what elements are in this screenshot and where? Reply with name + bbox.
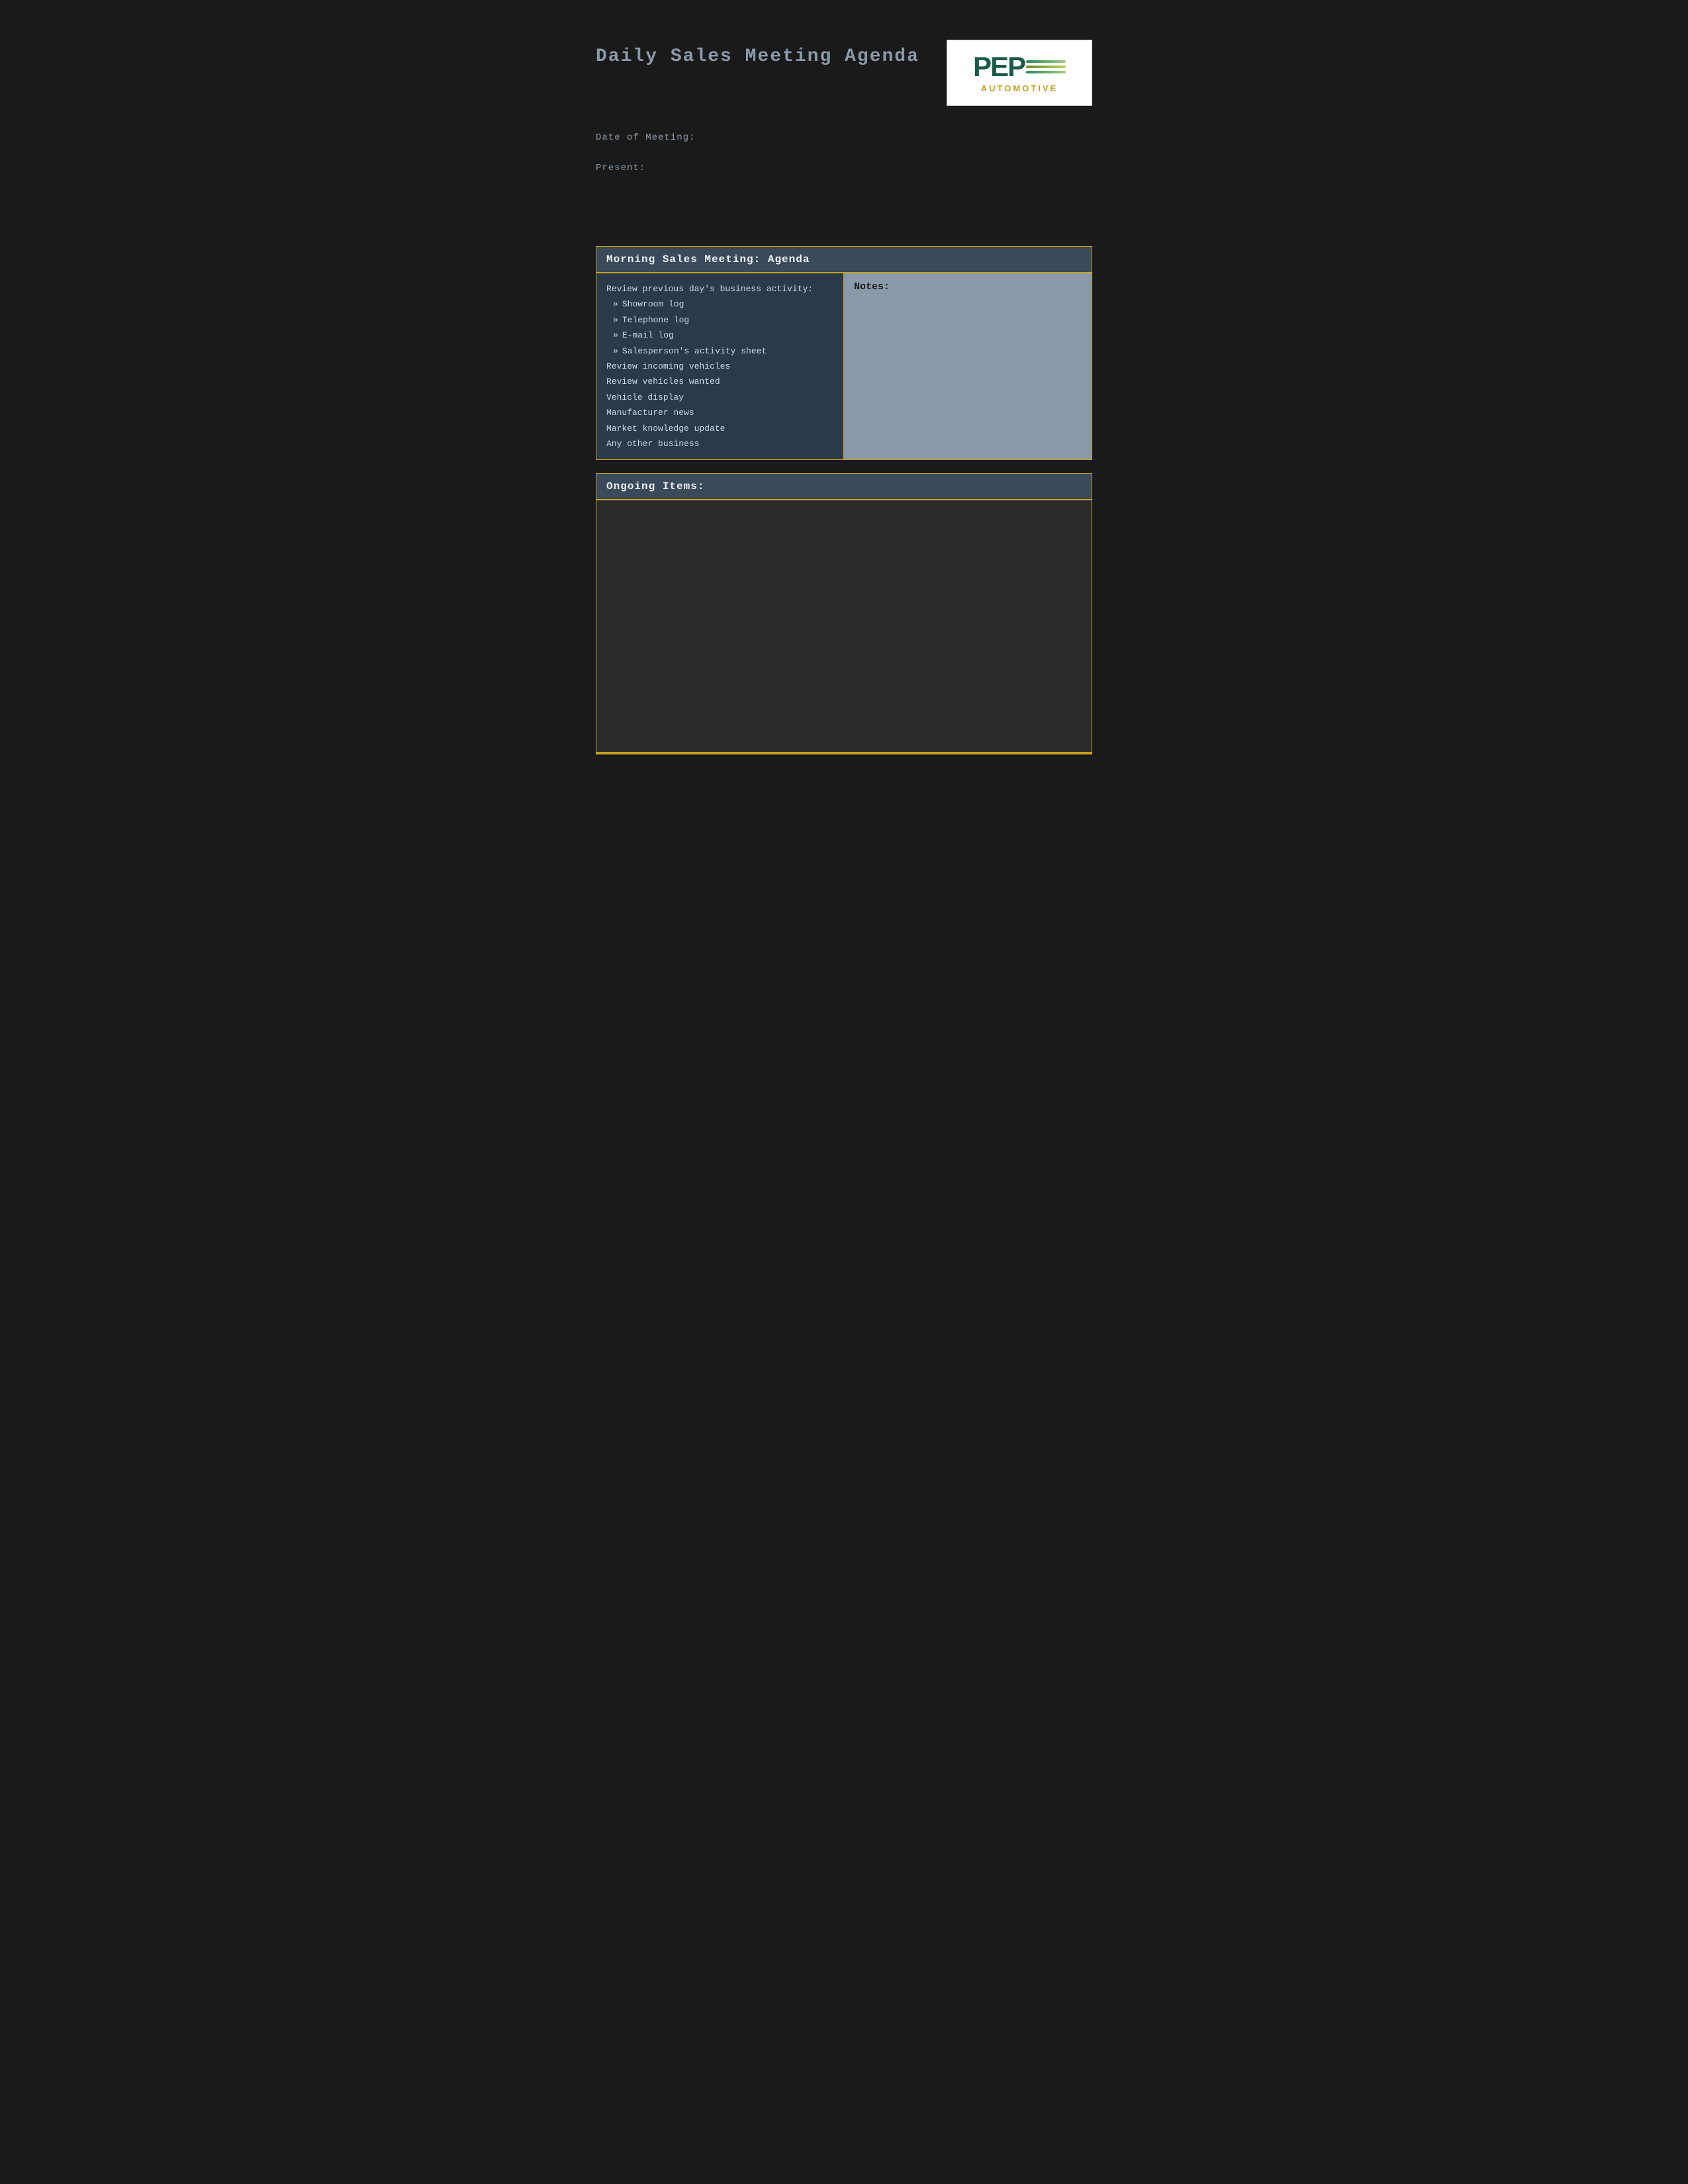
page: Daily Sales Meeting Agenda PEP AUTOMOTIV… — [563, 13, 1125, 2171]
manufacturer-news-item: Manufacturer news — [606, 405, 833, 420]
logo-automotive: AUTOMOTIVE — [981, 83, 1058, 93]
bullet-arrow-icon: » — [613, 328, 618, 343]
wave-olive-icon — [1026, 66, 1066, 68]
list-item: » Showroom log — [606, 296, 833, 312]
agenda-left-column: Review previous day's business activity:… — [596, 273, 844, 459]
list-item: » E-mail log — [606, 328, 833, 343]
ongoing-section: Ongoing Items: — [596, 473, 1092, 752]
date-of-meeting-label: Date of Meeting: — [596, 132, 1092, 143]
logo-waves — [1026, 59, 1066, 75]
agenda-body: Review previous day's business activity:… — [596, 273, 1092, 459]
ongoing-header: Ongoing Items: — [596, 474, 1092, 500]
meta-section: Date of Meeting: Present: — [596, 132, 1092, 173]
bottom-line — [596, 752, 1092, 754]
logo-pep: PEP — [973, 53, 1066, 81]
spacer — [596, 193, 1092, 246]
review-incoming-item: Review incoming vehicles — [606, 359, 833, 374]
market-knowledge-item: Market knowledge update — [606, 421, 833, 436]
bullet-arrow-icon: » — [613, 296, 618, 312]
header: Daily Sales Meeting Agenda PEP AUTOMOTIV… — [596, 40, 1092, 106]
list-item: » Telephone log — [606, 312, 833, 328]
wave-green2-icon — [1026, 71, 1066, 73]
showroom-log-item: Showroom log — [622, 296, 684, 312]
logo-pep-text: PEP — [973, 53, 1025, 81]
bullet-arrow-icon: » — [613, 312, 618, 328]
morning-agenda-table: Morning Sales Meeting: Agenda Review pre… — [596, 246, 1092, 460]
page-title: Daily Sales Meeting Agenda — [596, 46, 919, 67]
review-previous-heading: Review previous day's business activity: — [606, 281, 833, 296]
ongoing-body — [596, 500, 1092, 752]
logo-box: PEP AUTOMOTIVE — [947, 40, 1092, 106]
salesperson-activity-item: Salesperson's activity sheet — [622, 343, 767, 359]
any-other-business-item: Any other business — [606, 436, 833, 451]
email-log-item: E-mail log — [622, 328, 674, 343]
bullet-arrow-icon: » — [613, 343, 618, 359]
morning-agenda-header: Morning Sales Meeting: Agenda — [596, 247, 1092, 273]
list-item: » Salesperson's activity sheet — [606, 343, 833, 359]
agenda-right-column: Notes: — [844, 273, 1092, 459]
present-label: Present: — [596, 163, 1092, 173]
telephone-log-item: Telephone log — [622, 312, 689, 328]
notes-label: Notes: — [854, 281, 1082, 293]
review-vehicles-wanted-item: Review vehicles wanted — [606, 374, 833, 389]
wave-green-icon — [1026, 60, 1066, 63]
vehicle-display-item: Vehicle display — [606, 390, 833, 405]
